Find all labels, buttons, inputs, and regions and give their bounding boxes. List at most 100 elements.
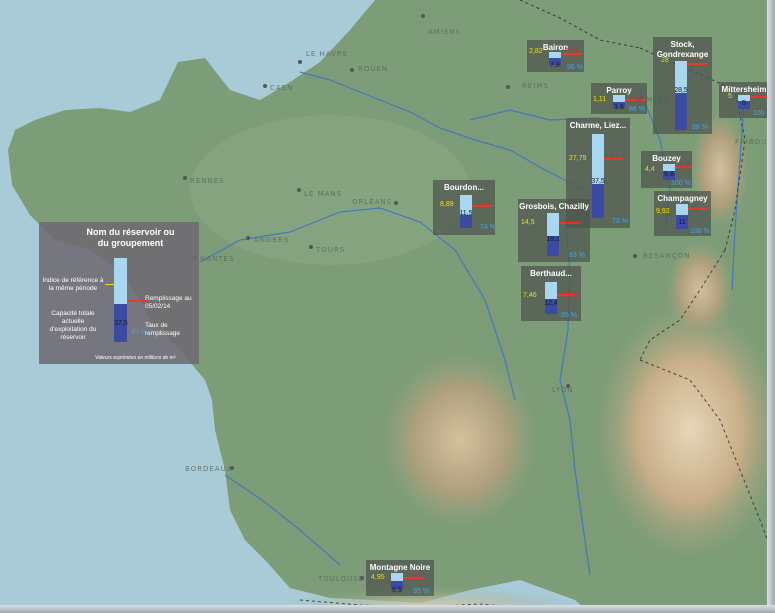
legend-reference-marker (105, 284, 114, 285)
reference-value: 1,11 (593, 96, 607, 103)
city-label-besancon: BESANÇON (643, 252, 691, 260)
reservoir-panel-champagney[interactable]: Champagney 11 9,92 11 100 % (654, 191, 711, 236)
reservoir-panel-bouzey[interactable]: Bouzey 6,8 4,4 6,8 100 % (641, 151, 692, 188)
capacity-value: 11,5 (459, 210, 473, 217)
city-dot-le-havre (298, 60, 302, 64)
reservoir-name: Champagney (657, 194, 708, 203)
reservoir-panel-mittersheim[interactable]: Mittersheim 5 5 5 100 % (719, 82, 769, 118)
capacity-value: 6,8 (664, 171, 674, 178)
city-label-reims: REIMS (522, 82, 549, 90)
current-value: 7,53 (565, 48, 579, 55)
city-label-rouen: ROUEN (358, 65, 389, 73)
city-dot-angers (246, 236, 250, 240)
legend-sample-capacity: 37,5 (114, 320, 128, 327)
reservoir-panel-bairon[interactable]: Bairon 7,8 2,82 7,53 96 % (527, 40, 584, 72)
frame-edge-bottom (0, 605, 775, 613)
current-value: 27,7 (691, 57, 705, 64)
city-label-amiens: AMIENS (428, 28, 461, 36)
city-label-angers: ANGERS (254, 236, 290, 244)
reservoir-panel-montagne-noire[interactable]: Montagne Noire 6,9 4,95 6,53 95 % (366, 560, 434, 596)
legend-current-label: Remplissage au 05/02/14 (145, 295, 192, 310)
fill-rate: 86 % (629, 106, 645, 113)
reference-value: 2,82 (529, 48, 543, 55)
city-label-bordeaux: BORDEAUX (185, 465, 233, 473)
capacity-value: 11 (678, 219, 686, 226)
city-dot-besancon (633, 254, 637, 258)
reference-value: 9,92 (656, 208, 670, 215)
reference-value: 28 (661, 57, 669, 64)
capacity-value: 1,6 (614, 104, 624, 111)
capacity-value: 7,8 (550, 62, 560, 69)
city-label-le-havre: LE HAVRE (306, 50, 349, 58)
fill-rate: 100 % (690, 228, 710, 235)
reference-value: 4,4 (645, 166, 655, 173)
reservoir-panel-parroy[interactable]: Parroy 1,6 1,11 1,56 86 % (591, 83, 647, 114)
city-dot-le-mans (297, 188, 301, 192)
reservoir-name: Mittersheim (721, 85, 767, 94)
city-dot-caen (263, 84, 267, 88)
capacity-value: 19,1 (546, 236, 560, 243)
capacity-value: 6,9 (392, 587, 402, 594)
city-dot-amiens (421, 14, 425, 18)
legend-title: Nom du réservoir ou du groupement (86, 227, 175, 248)
reservoir-panel-stock-gondrexange[interactable]: Stock, Gondrexange 28,5 28 27,7 98 % (653, 37, 712, 134)
frame-edge-right (767, 0, 775, 613)
reservoir-panel-bourdon[interactable]: Bourdon... 11,5 8,89 8,64 74 % (433, 180, 495, 235)
current-value: 1,56 (629, 96, 643, 103)
city-dot-tours (309, 245, 313, 249)
current-value: 14,13 (565, 219, 583, 226)
legend-reference-label: Indice de référence à la même période (42, 277, 104, 292)
capacity-value: 28,5 (674, 87, 688, 94)
current-value: 11 (692, 205, 700, 212)
massif-central-relief (380, 350, 540, 530)
tank-fill (675, 93, 687, 130)
capacity-value: 12,4 (544, 300, 558, 307)
reservoir-name: Berthaud... (530, 269, 572, 278)
city-label-rennes: RENNES (190, 177, 225, 185)
capacity-value: 5 (742, 100, 746, 107)
city-label-tours: TOURS (316, 246, 346, 254)
city-dot-reims (506, 85, 510, 89)
reference-value: 7,46 (523, 292, 537, 299)
fill-rate: 85 % (561, 312, 577, 319)
fill-rate: 74 % (480, 224, 495, 231)
reservoir-name: Bourdon... (444, 183, 484, 192)
city-label-le-mans: LE MANS (304, 190, 343, 198)
reference-value: 14,5 (521, 219, 535, 226)
fill-rate: 73 % (612, 218, 628, 225)
city-label-nantes: NANTES (200, 255, 235, 263)
reference-value: 5 (728, 93, 732, 100)
city-label-toulouse: TOULOUSE (318, 575, 365, 583)
reference-value: 4,95 (371, 574, 385, 581)
fill-rate: 98 % (692, 124, 708, 131)
reference-value: 27,79 (569, 155, 587, 162)
fill-rate: 83 % (569, 252, 585, 259)
fill-rate: 100 % (671, 180, 691, 187)
current-value: 8,64 (477, 201, 491, 208)
legend-capacity-label: Capacité totale actuelle d'exploitation … (49, 310, 97, 341)
city-dot-rouen (350, 68, 354, 72)
reservoir-name: Grosbois, Chazilly (519, 202, 589, 211)
current-value: 5 (756, 93, 760, 100)
reservoir-name: Montagne Noire (369, 563, 431, 572)
current-value: 10,4 (562, 292, 576, 299)
city-label-caen: CAEN (270, 84, 294, 92)
city-label-orleans: ORLÉANS (352, 198, 393, 206)
reservoir-name: Charme, Liez... (569, 121, 627, 130)
city-dot-orleans (394, 201, 398, 205)
current-value: 6,53 (407, 574, 421, 581)
tank-fill (592, 184, 604, 218)
capacity-value: 37,5 (591, 178, 605, 185)
fill-rate: 95 % (413, 588, 429, 595)
legend-panel: Nom du réservoir ou du groupement Indice… (39, 222, 199, 364)
fill-rate: 96 % (567, 64, 583, 71)
reservoir-panel-berthaud[interactable]: Berthaud... 12,4 7,46 10,4 85 % (521, 266, 581, 321)
current-value: 6,8 (679, 163, 689, 170)
city-label-lyon: LYON (552, 386, 574, 394)
legend-rate-label: Taux de remplissage (145, 322, 181, 337)
current-value: 27,7 (611, 155, 625, 162)
legend-sample-rate: 45 % (131, 329, 147, 336)
reference-value: 8,89 (440, 201, 454, 208)
legend-units-note: Valeurs exprimées en millions de m³ (95, 355, 176, 361)
reservoir-panel-grosbois[interactable]: Grosbois, Chazilly 19,1 14,5 14,13 83 % (518, 199, 590, 262)
